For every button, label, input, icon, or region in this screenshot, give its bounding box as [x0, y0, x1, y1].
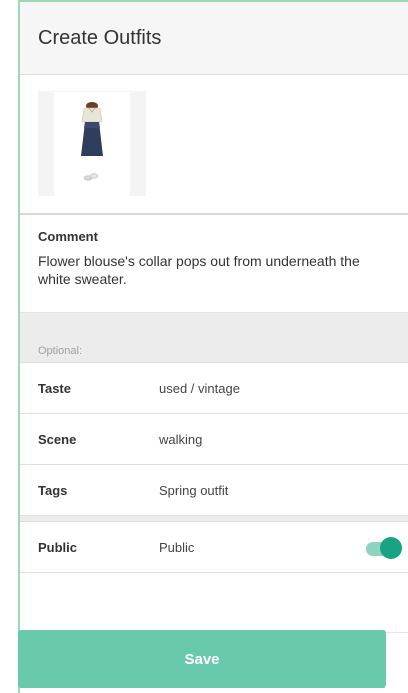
save-button[interactable]: Save	[18, 630, 386, 688]
header: Create Outfits	[20, 2, 408, 75]
comment-label: Comment	[38, 229, 98, 244]
taste-value: used / vintage	[159, 380, 240, 396]
public-label: Public	[38, 539, 78, 555]
public-value: Public	[159, 539, 195, 555]
outfit-image-area	[20, 75, 408, 215]
optional-label: Optional:	[38, 345, 83, 357]
taste-label: Taste	[38, 380, 71, 396]
outfit-illustration-icon	[81, 101, 103, 180]
scene-value: walking	[159, 431, 203, 447]
public-row: Public Public	[20, 522, 408, 573]
tags-value: Spring outfit	[159, 482, 229, 498]
scene-label: Scene	[38, 431, 77, 447]
optional-section-header: Optional:	[20, 313, 408, 363]
outfit-photo	[54, 91, 130, 196]
spacer	[20, 573, 408, 633]
scene-row[interactable]: Scene walking	[20, 414, 408, 465]
public-toggle[interactable]	[366, 537, 404, 559]
comment-section[interactable]: Comment Flower blouse's collar pops out …	[20, 215, 408, 313]
page-title: Create Outfits	[38, 26, 162, 49]
create-outfit-screen: Create Outfits Comment Flower blouse's c…	[18, 0, 408, 693]
outfit-thumbnail[interactable]	[38, 91, 146, 196]
tags-row[interactable]: Tags Spring outfit	[20, 465, 408, 516]
toggle-knob	[380, 537, 402, 559]
comment-text: Flower blouse's collar pops out from und…	[38, 253, 360, 287]
taste-row[interactable]: Taste used / vintage	[20, 363, 408, 414]
tags-label: Tags	[38, 482, 68, 498]
